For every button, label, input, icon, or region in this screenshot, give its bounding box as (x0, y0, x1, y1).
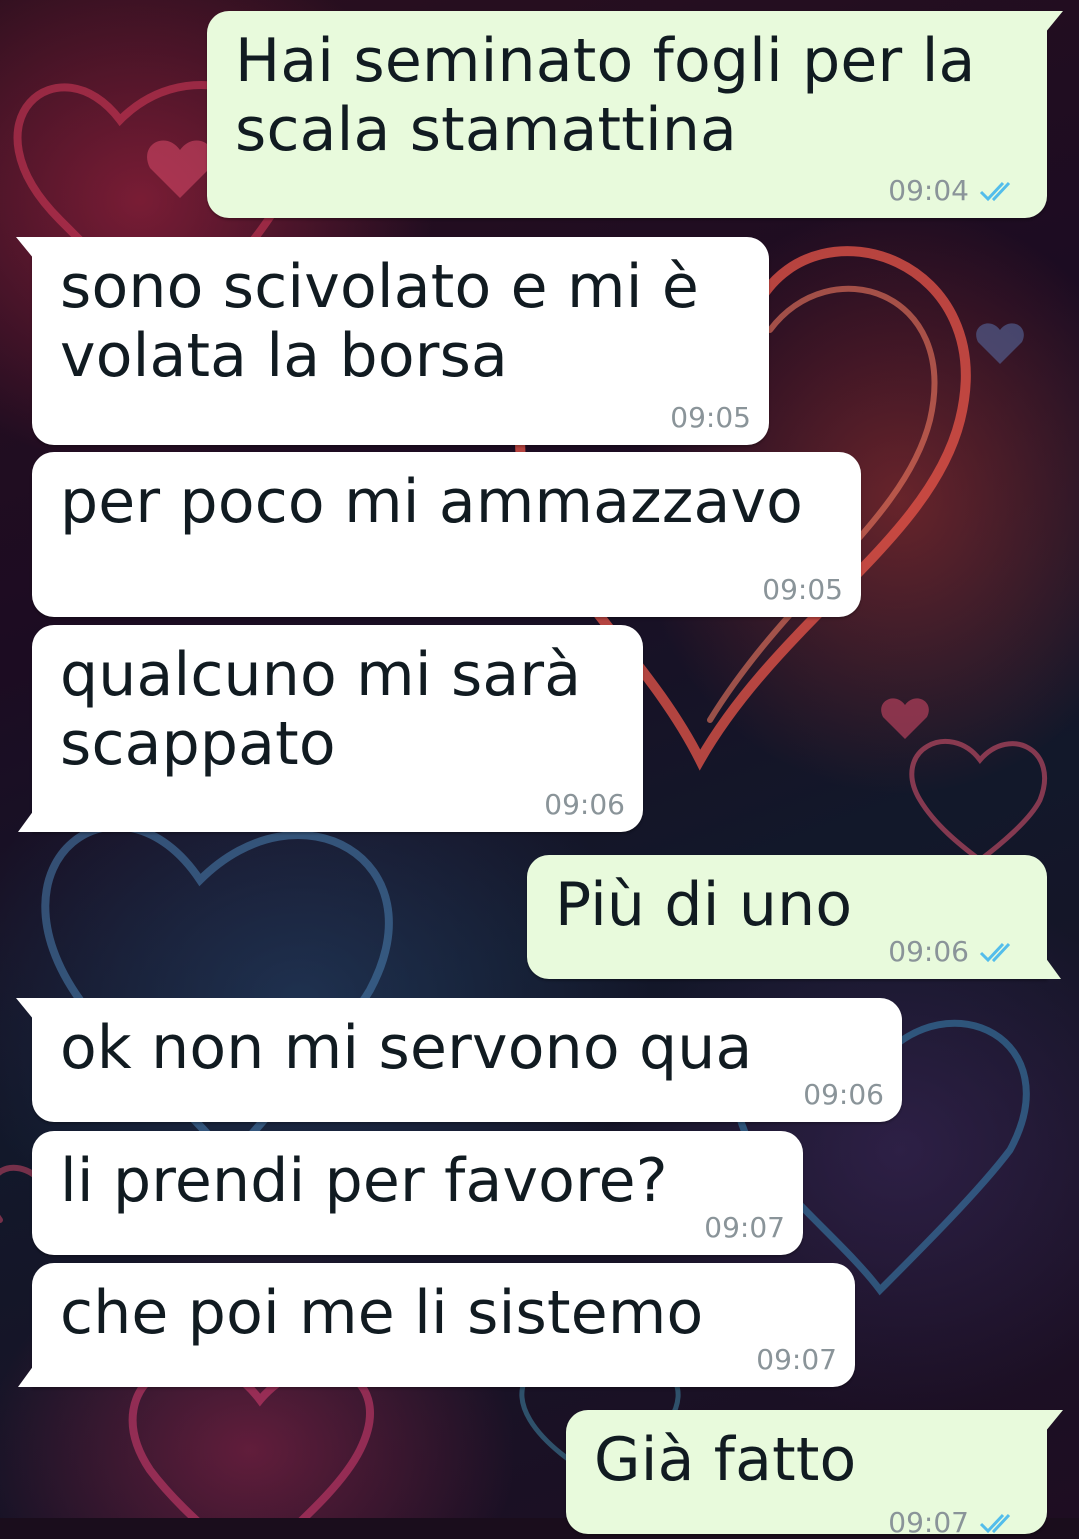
incoming-message-bubble[interactable]: li prendi per favore? 09:07 (32, 1131, 803, 1255)
message-meta: 09:04 (888, 176, 1023, 206)
message-text: Già fatto (594, 1425, 857, 1495)
message-text: qualcuno mi sarà scappato (60, 640, 582, 779)
message-meta: 09:05 (670, 403, 751, 433)
message-time: 09:05 (670, 401, 751, 434)
double-check-icon (979, 942, 1011, 963)
bubble-tail (1045, 957, 1061, 979)
bubble-tail (16, 998, 34, 1020)
message-time: 09:04 (888, 174, 969, 207)
message-meta: 09:07 (888, 1508, 1023, 1538)
message-time: 09:06 (888, 935, 969, 968)
bubble-tail (18, 1365, 34, 1387)
message-time: 09:06 (803, 1078, 884, 1111)
message-meta: 09:06 (888, 937, 1023, 967)
incoming-message-bubble[interactable]: che poi me li sistemo 09:07 (18, 1263, 855, 1387)
message-time: 09:06 (544, 788, 625, 821)
message-text: Hai seminato fogli per la scala stamatti… (235, 26, 976, 165)
message-text: li prendi per favore? (60, 1146, 668, 1216)
message-time: 09:07 (888, 1506, 969, 1539)
bubble-tail (1045, 1410, 1063, 1432)
incoming-message-bubble[interactable]: per poco mi ammazzavo 09:05 (32, 452, 861, 617)
message-meta: 09:06 (803, 1080, 884, 1110)
bubble-tail (16, 237, 34, 259)
message-text: Più di uno (555, 870, 853, 940)
incoming-message-bubble[interactable]: qualcuno mi sarà scappato 09:06 (18, 625, 643, 832)
message-time: 09:07 (756, 1343, 837, 1376)
message-time: 09:05 (762, 573, 843, 606)
chat-message-list[interactable]: Hai seminato fogli per la scala stamatti… (0, 0, 1079, 1538)
message-meta: 09:07 (704, 1213, 785, 1243)
bubble-tail (1045, 11, 1063, 33)
outgoing-message-bubble[interactable]: Più di uno 09:06 (527, 855, 1061, 979)
incoming-message-bubble[interactable]: sono scivolato e mi è volata la borsa 09… (16, 237, 769, 445)
message-meta: 09:05 (762, 575, 843, 605)
outgoing-message-bubble[interactable]: Hai seminato fogli per la scala stamatti… (207, 11, 1063, 218)
outgoing-message-bubble[interactable]: Già fatto 09:07 (566, 1410, 1063, 1538)
message-text: che poi me li sistemo (60, 1278, 704, 1348)
double-check-icon (979, 1513, 1011, 1534)
message-text: sono scivolato e mi è volata la borsa (60, 252, 699, 391)
incoming-message-bubble[interactable]: ok non mi servono qua 09:06 (16, 998, 902, 1122)
message-text: per poco mi ammazzavo (60, 467, 804, 537)
bubble-tail (18, 810, 34, 832)
message-meta: 09:06 (544, 790, 625, 820)
message-time: 09:07 (704, 1211, 785, 1244)
message-meta: 09:07 (756, 1345, 837, 1375)
double-check-icon (979, 181, 1011, 202)
message-text: ok non mi servono qua (60, 1013, 753, 1083)
